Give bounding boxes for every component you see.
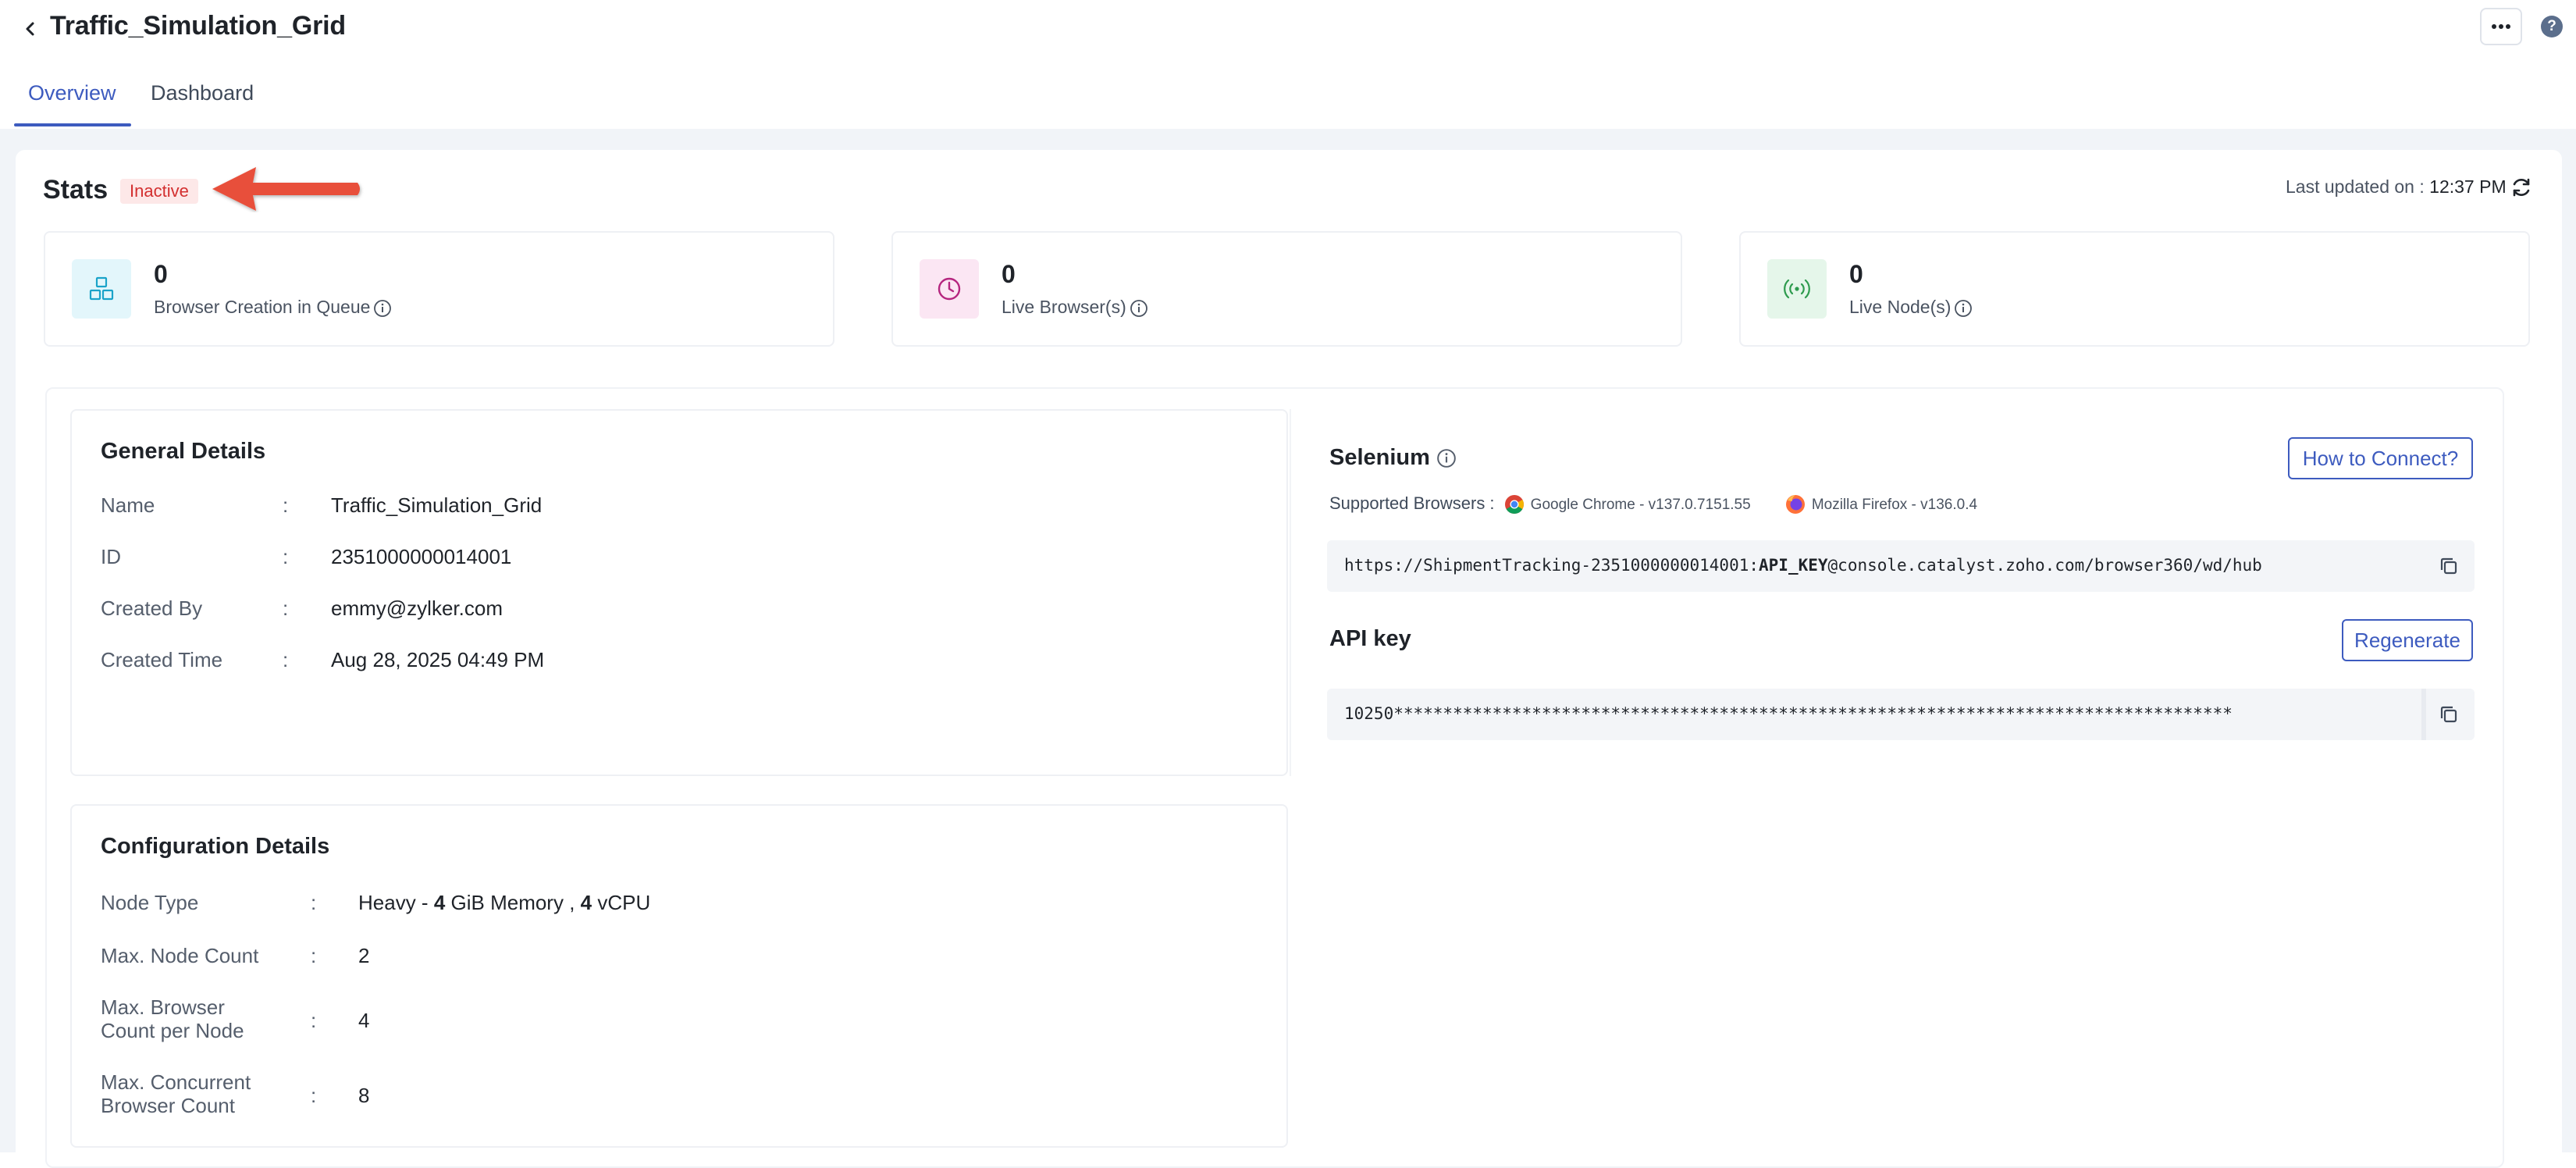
chrome-icon [1504, 495, 1524, 515]
more-options-button[interactable] [2480, 8, 2522, 45]
tab-overview[interactable]: Overview [28, 81, 116, 105]
memory-unit: GiB Memory [445, 891, 564, 914]
last-updated: Last updated on : 12:37 PM [2286, 176, 2507, 198]
created-time-value: Aug 28, 2025 04:49 PM [331, 648, 545, 671]
how-to-connect-button[interactable]: How to Connect? [2288, 437, 2473, 479]
api-key-title: API key [1329, 626, 1411, 651]
api-key-value: 10250***********************************… [1344, 704, 2233, 723]
supported-browsers-label: Supported Browsers : [1329, 493, 1495, 513]
broadcast-icon [1784, 279, 1810, 299]
refresh-icon[interactable] [2510, 176, 2533, 199]
copy-icon[interactable] [2437, 554, 2460, 578]
ellipsis-icon [2492, 24, 2510, 29]
stat-card-queue: 0 Browser Creation in Queue [44, 231, 834, 347]
created-by-label: Created By [101, 596, 203, 620]
stat-icon-box [1767, 259, 1827, 319]
clock-icon [938, 277, 961, 301]
name-value: Traffic_Simulation_Grid [331, 493, 543, 517]
separator: : [283, 648, 289, 671]
api-key-field[interactable]: 10250***********************************… [1327, 689, 2475, 740]
stat-label: Live Browser(s) [1002, 297, 1148, 318]
info-icon[interactable] [1436, 448, 1457, 468]
label-line: Max. Browser [101, 995, 225, 1019]
max-node-count-label: Max. Node Count [101, 944, 259, 967]
stat-card-live-nodes: 0 Live Node(s) [1739, 231, 2530, 347]
status-badge: Inactive [120, 179, 198, 204]
separator: : [283, 545, 289, 568]
node-type-text: Heavy - [358, 891, 434, 914]
node-type-value: Heavy - 4 GiB Memory , 4 vCPU [358, 891, 650, 915]
stat-label-text: Browser Creation in Queue [154, 297, 371, 317]
hub-url-key: API_KEY [1759, 556, 1828, 575]
info-icon[interactable] [1130, 299, 1148, 318]
active-tab-indicator [14, 123, 131, 126]
stat-label: Live Node(s) [1849, 297, 1973, 318]
stat-icon-box [920, 259, 979, 319]
node-type-separator: , [563, 891, 581, 914]
separator: : [311, 891, 317, 914]
hub-url-field[interactable]: https://ShipmentTracking-235100000001400… [1327, 540, 2475, 592]
stat-label-text: Live Browser(s) [1002, 297, 1126, 317]
info-icon[interactable] [373, 299, 392, 318]
name-label: Name [101, 493, 155, 517]
cpu-value: 4 [580, 891, 592, 914]
copy-icon[interactable] [2437, 703, 2460, 726]
hub-url: https://ShipmentTracking-235100000001400… [1344, 556, 2262, 575]
stat-value: 0 [154, 260, 168, 288]
regenerate-button[interactable]: Regenerate [2342, 619, 2473, 661]
tab-dashboard[interactable]: Dashboard [151, 81, 254, 105]
max-browser-count-value: 4 [358, 1009, 370, 1032]
node-type-label: Node Type [101, 891, 199, 914]
created-time-label: Created Time [101, 648, 223, 671]
stat-value: 0 [1002, 260, 1016, 288]
separator: : [283, 596, 289, 620]
cubes-icon [89, 276, 114, 301]
separator: : [311, 1084, 317, 1107]
separator: : [311, 1009, 317, 1032]
label-line: Count per Node [101, 1019, 244, 1042]
stats-title: Stats [43, 175, 109, 205]
separator: : [283, 493, 289, 517]
hub-url-prefix: https://ShipmentTracking-235100000001400… [1344, 556, 1759, 575]
label-line: Max. Concurrent [101, 1070, 251, 1094]
page-title: Traffic_Simulation_Grid [50, 11, 346, 41]
stat-icon-box [72, 259, 131, 319]
chrome-version: Google Chrome - v137.0.7151.55 [1530, 497, 1751, 513]
label-line: Browser Count [101, 1094, 235, 1117]
id-value: 2351000000014001 [331, 545, 512, 568]
selenium-title: Selenium [1329, 445, 1430, 470]
page-header: Traffic_Simulation_Grid ? Overview Dashb… [0, 0, 2576, 129]
info-icon[interactable] [1954, 299, 1973, 318]
id-label: ID [101, 545, 121, 568]
max-browser-count-label: Max. Browser Count per Node [101, 995, 244, 1042]
chevron-left-icon[interactable] [17, 16, 44, 42]
hub-url-suffix: @console.catalyst.zoho.com/browser360/wd… [1827, 556, 2262, 575]
separator: : [311, 944, 317, 967]
last-updated-label: Last updated on : [2286, 176, 2430, 197]
memory-value: 4 [433, 891, 446, 914]
firefox-icon [1785, 495, 1805, 515]
help-icon[interactable]: ? [2541, 16, 2563, 37]
last-updated-time: 12:37 PM [2429, 176, 2507, 197]
annotation-arrow-icon [212, 167, 360, 211]
general-details-title: General Details [101, 439, 266, 464]
stat-card-live-browsers: 0 Live Browser(s) [891, 231, 1682, 347]
stat-label: Browser Creation in Queue [154, 297, 392, 318]
max-concurrent-count-label: Max. Concurrent Browser Count [101, 1070, 251, 1117]
cpu-unit: vCPU [592, 891, 651, 914]
stat-label-text: Live Node(s) [1849, 297, 1952, 317]
supported-browsers: Supported Browsers : Google Chrome - v13… [1329, 493, 1977, 515]
max-concurrent-count-value: 8 [358, 1084, 370, 1107]
created-by-value: emmy@zylker.com [331, 596, 503, 620]
configuration-details-title: Configuration Details [101, 834, 330, 859]
stat-value: 0 [1849, 260, 1863, 288]
max-node-count-value: 2 [358, 944, 370, 967]
firefox-version: Mozilla Firefox - v136.0.4 [1811, 497, 1978, 513]
